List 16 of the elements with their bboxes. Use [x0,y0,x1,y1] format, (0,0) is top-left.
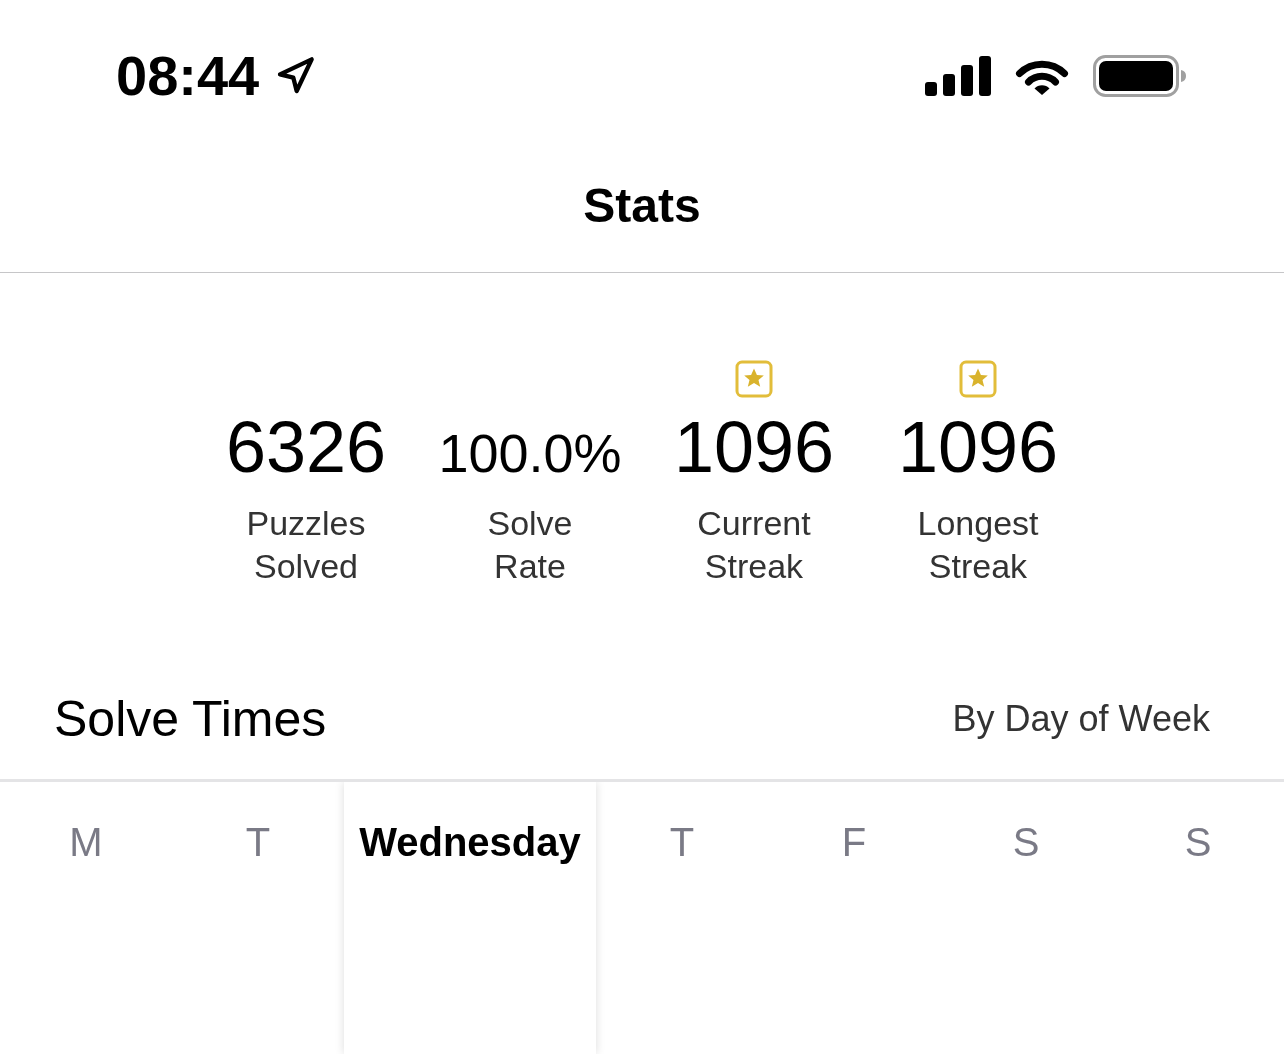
stat-value: 1096 [673,407,835,487]
stat-label: Current Streak [697,503,811,587]
stat-value: 100.0% [438,423,622,483]
status-time: 08:44 [116,46,260,106]
page-title: Stats [583,178,701,234]
stat-value: 6326 [225,407,387,487]
day-tab[interactable]: Wednesday [344,782,596,1054]
stat-value: 1096 [897,407,1059,487]
battery-icon [1093,55,1187,97]
view-toggle[interactable]: By Day of Week [952,697,1210,741]
location-arrow-icon [275,56,316,96]
stat-label: Puzzles Solved [246,503,366,587]
stat-label: Solve Rate [487,503,573,587]
stat-label: Longest Streak [917,503,1039,587]
signal-icon [925,56,991,96]
section-title: Solve Times [54,690,327,749]
